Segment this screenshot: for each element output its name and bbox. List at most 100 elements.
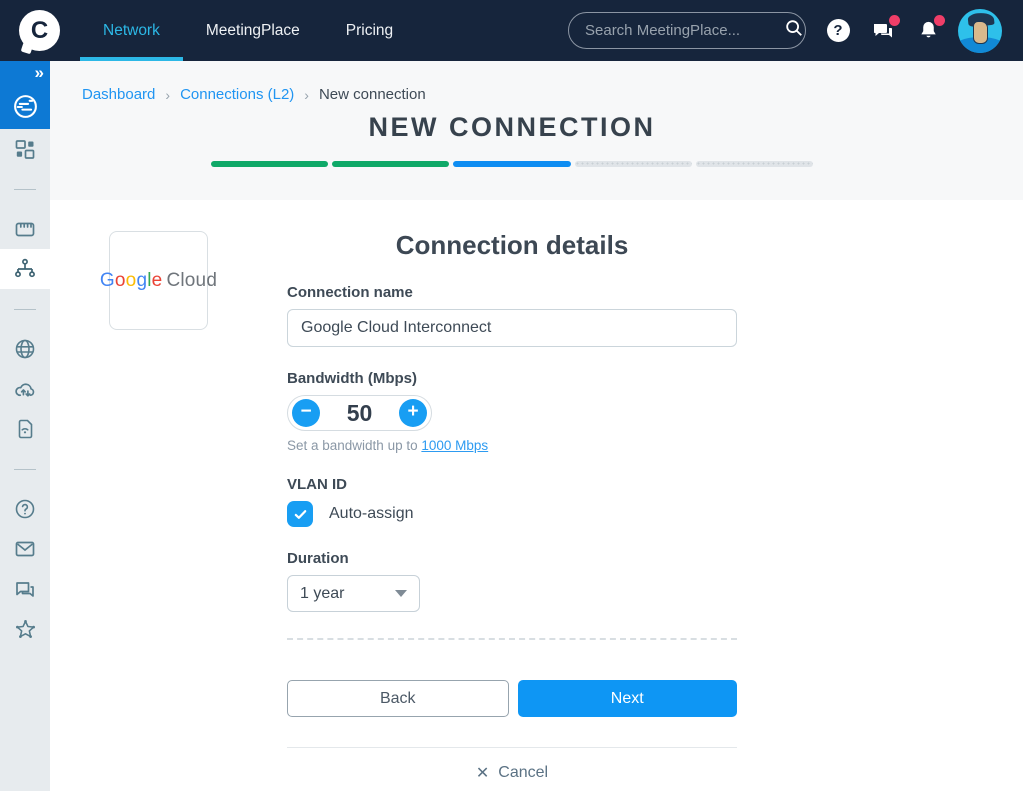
messages-icon[interactable] xyxy=(870,14,900,44)
network-globe-icon xyxy=(13,95,37,118)
console-connect-logo[interactable]: C xyxy=(19,10,60,51)
progress-segment-current xyxy=(453,161,571,167)
search-input[interactable] xyxy=(585,22,784,39)
sidebar-item-mail[interactable] xyxy=(0,529,50,569)
progress-segment-complete xyxy=(332,161,450,167)
duration-label: Duration xyxy=(287,550,349,567)
sim-wifi-icon xyxy=(18,419,33,439)
logo-letter: o xyxy=(114,269,126,291)
progress-bar xyxy=(211,161,814,167)
messages-badge xyxy=(889,14,900,26)
caret-down-icon xyxy=(395,590,407,597)
duration-select[interactable]: 1 year xyxy=(287,575,420,612)
sidebar-expand-block[interactable]: » xyxy=(0,61,50,129)
nav-link-network[interactable]: Network xyxy=(80,0,183,61)
breadcrumb-dashboard[interactable]: Dashboard xyxy=(82,86,155,103)
progress-segment-upcoming xyxy=(695,161,814,167)
dashed-divider xyxy=(287,638,737,640)
notifications-icon[interactable] xyxy=(915,14,945,44)
user-avatar[interactable] xyxy=(958,8,1002,53)
check-icon xyxy=(294,509,306,519)
duration-value: 1 year xyxy=(300,584,345,602)
chevron-right-icon: › xyxy=(165,86,171,103)
provider-logo-card: Google Cloud xyxy=(100,231,217,330)
sidebar-item-help[interactable] xyxy=(0,489,50,529)
google-cloud-logo: Google Cloud xyxy=(100,270,217,292)
top-navbar: C Network MeetingPlace Pricing ? xyxy=(0,0,1023,61)
sidebar-item-chat[interactable] xyxy=(0,569,50,609)
close-icon: ✕ xyxy=(475,765,490,782)
nav-link-label: MeetingPlace xyxy=(205,21,300,39)
connections-icon xyxy=(15,258,35,278)
sidebar-item-cloud[interactable] xyxy=(0,369,50,409)
form-heading: Connection details xyxy=(395,230,629,260)
sidebar-divider xyxy=(0,289,50,329)
page-header: Dashboard › Connections (L2) › New conne… xyxy=(50,61,1023,200)
progress-segment-upcoming xyxy=(574,161,692,167)
sidebar-item-connections[interactable] xyxy=(0,249,50,289)
sidebar-item-internet[interactable] xyxy=(0,329,50,369)
expand-chevrons-icon[interactable]: » xyxy=(35,63,45,83)
sidebar-item-referral[interactable] xyxy=(0,609,50,649)
auto-assign-label[interactable]: Auto-assign xyxy=(329,505,414,523)
auto-assign-checkbox[interactable] xyxy=(287,501,313,527)
chevron-right-icon: › xyxy=(304,86,309,103)
cancel-button[interactable]: ✕ Cancel xyxy=(287,763,737,783)
max-bandwidth-link[interactable]: 1000 Mbps xyxy=(421,438,488,453)
breadcrumb: Dashboard › Connections (L2) › New conne… xyxy=(50,61,974,103)
breadcrumb-current: New connection xyxy=(318,86,426,103)
mail-icon xyxy=(15,541,35,557)
cloud-transfer-icon xyxy=(14,382,34,397)
help-glyph: ? xyxy=(826,19,850,42)
connection-form: Connection details Connection name Bandw… xyxy=(287,200,737,783)
bandwidth-helper: Set a bandwidth up to 1000 Mbps xyxy=(287,438,737,453)
logo-letter: G xyxy=(99,269,115,291)
notifications-badge xyxy=(934,14,945,26)
bandwidth-label: Bandwidth (Mbps) xyxy=(287,370,417,387)
nav-link-label: Pricing xyxy=(345,21,394,39)
cancel-label: Cancel xyxy=(498,764,549,781)
breadcrumb-connections[interactable]: Connections (L2) xyxy=(180,86,294,103)
main-content: Google Cloud Connection details Connectio… xyxy=(50,200,1023,791)
avatar-face xyxy=(973,20,988,44)
help-circle-icon xyxy=(15,499,35,519)
bandwidth-decrease-button[interactable]: − xyxy=(292,399,320,427)
page-title: NEW CONNECTION xyxy=(368,112,656,142)
left-sidebar: » xyxy=(0,61,50,791)
chat-bubbles-icon xyxy=(16,582,34,597)
help-icon[interactable]: ? xyxy=(825,18,851,44)
helper-text: Set a bandwidth up to xyxy=(287,438,418,453)
footer-divider xyxy=(287,747,737,748)
auto-assign-row: Auto-assign xyxy=(287,501,737,527)
bandwidth-value: 50 xyxy=(346,399,373,426)
next-button[interactable]: Next xyxy=(517,680,737,717)
nav-link-meetingplace[interactable]: MeetingPlace xyxy=(183,0,323,61)
progress-segment-complete xyxy=(211,161,329,167)
bandwidth-increase-button[interactable]: + xyxy=(399,399,427,427)
globe-icon xyxy=(15,339,35,359)
search-box[interactable] xyxy=(568,12,806,49)
bandwidth-stepper: − 50 + xyxy=(287,395,432,431)
port-icon xyxy=(15,222,35,237)
sidebar-item-ports[interactable] xyxy=(0,209,50,249)
back-button[interactable]: Back xyxy=(287,680,509,717)
vlan-id-label: VLAN ID xyxy=(287,476,347,493)
logo-suffix: Cloud xyxy=(166,269,218,291)
star-network-icon xyxy=(15,619,35,638)
sidebar-item-dashboard[interactable] xyxy=(0,129,50,169)
sidebar-divider xyxy=(0,169,50,209)
sidebar-item-device[interactable] xyxy=(0,409,50,449)
connection-name-label: Connection name xyxy=(287,284,413,301)
connection-name-input[interactable] xyxy=(287,309,737,347)
dashboard-icon xyxy=(15,140,35,159)
nav-link-label: Network xyxy=(103,21,160,39)
logo-letter: g xyxy=(136,269,148,291)
primary-nav: Network MeetingPlace Pricing xyxy=(80,0,416,61)
navbar-right-cluster: ? xyxy=(568,8,1023,53)
logo-letter: e xyxy=(151,269,163,291)
nav-link-pricing[interactable]: Pricing xyxy=(323,0,416,61)
search-icon[interactable] xyxy=(784,18,804,43)
logo-letter: C xyxy=(30,16,49,44)
form-actions: Back Next xyxy=(287,680,737,717)
logo-letter: o xyxy=(125,269,137,291)
